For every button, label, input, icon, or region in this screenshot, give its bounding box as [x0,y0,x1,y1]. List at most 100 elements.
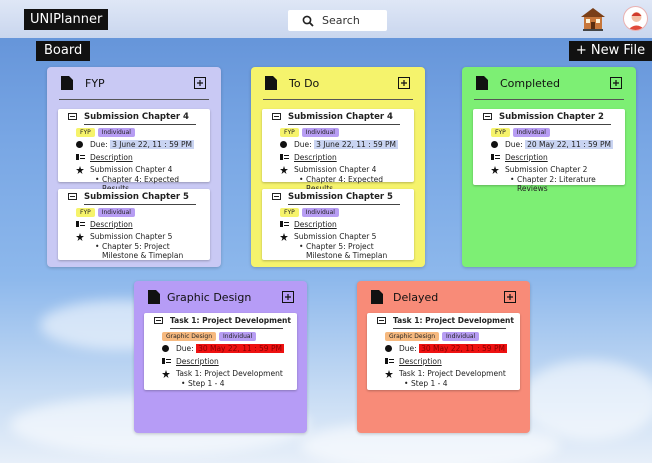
description-link[interactable]: Description [399,357,442,366]
due-label: Due: [294,140,312,149]
subtask: Chapter 2: Literature Reviews [479,175,619,193]
clock-icon [280,141,287,148]
tag: Graphic Design [385,332,439,341]
description-link[interactable]: Description [90,153,133,162]
column-to-do: To Do Submission Chapter 4 FYP Individual… [251,67,425,267]
due-date-overdue: 30 May 22, 11 : 59 PM [419,344,507,353]
tag: FYP [280,208,299,217]
column-completed: Completed Submission Chapter 2 FYP Indivi… [462,67,636,267]
user-avatar[interactable] [623,6,648,31]
task-card[interactable]: Submission Chapter 5 FYP Individual Descr… [262,189,414,260]
task-card[interactable]: Task 1: Project Development Graphic Desi… [367,313,520,390]
task-name: Submission Chapter 4 [294,165,377,174]
card-title: Submission Chapter 4 [288,112,393,122]
description-link[interactable]: Description [90,220,133,229]
description-link[interactable]: Description [294,220,337,229]
star-bullet-icon [280,166,288,174]
task-name: Submission Chapter 2 [505,165,588,174]
tag: Individual [512,128,550,137]
tag: Individual [301,208,339,217]
due-date: 3 June 22, 11 : 59 PM [314,140,399,149]
task-card[interactable]: Submission Chapter 2 FYP Individual Due: … [473,109,625,193]
card-divider [84,204,196,205]
tag: FYP [280,128,299,137]
subtask: Step 1 - 4 [373,379,514,388]
search-label: Search [322,14,360,27]
card-title: Submission Chapter 5 [84,192,189,202]
tag: Individual [97,128,135,137]
due-date: 3 June 22, 11 : 59 PM [110,140,195,149]
column-title: Completed [500,77,560,90]
due-label: Due: [505,140,523,149]
due-label: Due: [90,140,108,149]
card-divider [84,124,196,125]
due-label: Due: [399,344,417,353]
card-title: Task 1: Project Development [170,316,291,325]
column-fyp: FYP Submission Chapter 4 FYP Individual D… [47,67,221,267]
card-icon [68,113,77,120]
column-header: Graphic Design [134,281,307,311]
avatar-icon [627,12,646,30]
due-label: Due: [176,344,194,353]
column-title: Delayed [393,291,439,304]
document-icon [148,290,160,304]
document-icon [476,76,488,90]
description-link[interactable]: Description [176,357,219,366]
clock-icon [76,141,83,148]
card-icon [68,193,77,200]
column-title: To Do [289,77,320,90]
star-bullet-icon [491,166,499,174]
task-card[interactable]: Submission Chapter 5 FYP Individual Descr… [58,189,210,260]
document-icon [61,76,73,90]
card-divider [499,124,611,125]
card-divider [288,124,400,125]
home-icon[interactable] [580,6,606,32]
clock-icon [385,345,392,352]
description-icon [162,358,171,364]
search-button[interactable]: Search [288,10,387,31]
description-icon [491,154,500,160]
star-bullet-icon [162,370,170,378]
add-card-icon[interactable] [282,291,294,303]
top-bar: UNIPlanner Search [0,0,652,38]
description-link[interactable]: Description [505,153,548,162]
card-icon [272,113,281,120]
add-card-icon[interactable] [398,77,410,89]
tag: Individual [442,332,480,341]
card-title: Submission Chapter 2 [499,112,604,122]
card-icon [154,317,163,324]
column-title: FYP [85,77,105,90]
task-name: Submission Chapter 5 [90,232,173,241]
task-card[interactable]: Submission Chapter 4 FYP Individual Due: … [58,109,210,193]
task-card[interactable]: Submission Chapter 4 FYP Individual Due: … [262,109,414,193]
add-card-icon[interactable] [610,77,622,89]
tag: Graphic Design [162,332,216,341]
document-icon [371,290,383,304]
column-graphic-design: Graphic Design Task 1: Project Developme… [134,281,307,433]
column-title: Graphic Design [167,291,252,304]
description-icon [280,154,289,160]
subtask: Chapter 5: Project Milestone & Timeplan [64,242,204,260]
add-card-icon[interactable] [194,77,206,89]
search-icon [302,15,314,27]
add-card-icon[interactable] [504,291,516,303]
star-bullet-icon [76,166,84,174]
tag: FYP [76,128,95,137]
tag: FYP [491,128,510,137]
task-name: Task 1: Project Development [176,369,283,378]
document-icon [265,76,277,90]
column-header: Delayed [357,281,530,311]
card-title: Task 1: Project Development [393,316,514,325]
due-date: 20 May 22, 11 : 59 PM [525,140,613,149]
column-divider [263,99,413,100]
task-card[interactable]: Task 1: Project Development Graphic Desi… [144,313,297,390]
column-divider [59,99,209,100]
new-file-button[interactable]: + New File [569,41,652,61]
card-title: Submission Chapter 4 [84,112,189,122]
tag: Individual [301,128,339,137]
task-name: Task 1: Project Development [399,369,506,378]
column-header: FYP [47,67,221,97]
description-link[interactable]: Description [294,153,337,162]
column-header: To Do [251,67,425,97]
task-name: Submission Chapter 5 [294,232,377,241]
